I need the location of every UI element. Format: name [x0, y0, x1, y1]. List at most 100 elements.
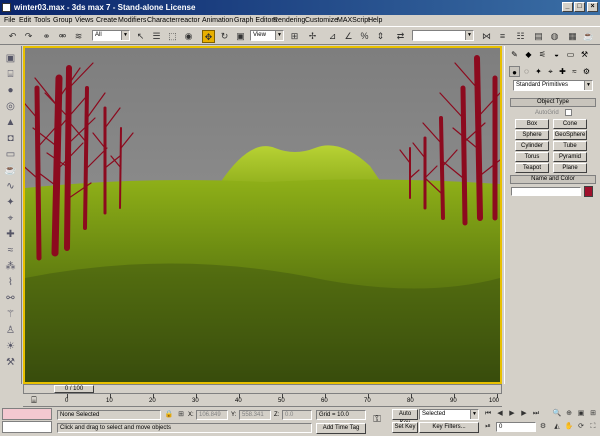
field-of-view-icon[interactable]: ◭ — [552, 422, 562, 432]
align-icon[interactable]: ≡ — [496, 30, 509, 43]
mirror-icon[interactable]: ⋈ — [480, 30, 493, 43]
lights-icon[interactable]: ✦ — [533, 66, 544, 77]
selection-filter-dropdown[interactable]: All ▼ — [92, 30, 130, 41]
key-filters-button[interactable]: Key Filters... — [419, 422, 479, 433]
menu-rendering[interactable]: Rendering — [273, 16, 305, 25]
autogrid-checkbox[interactable] — [565, 109, 572, 116]
camera-tool-icon[interactable]: ⌖ — [4, 212, 17, 225]
menu-customize[interactable]: Customize — [305, 16, 338, 25]
angle-snap-icon[interactable]: ∠ — [342, 30, 355, 43]
systems-icon[interactable]: ⚙ — [581, 66, 592, 77]
current-frame-field[interactable]: 0 — [496, 422, 536, 432]
minimize-button[interactable]: _ — [562, 2, 573, 12]
cylinder-tool-icon[interactable]: ⌸ — [4, 68, 17, 81]
bind-space-warp-icon[interactable]: ≋ — [72, 30, 85, 43]
rectangular-selection-icon[interactable]: ⬚ — [166, 30, 179, 43]
zoom-icon[interactable]: 🔍 — [552, 409, 562, 419]
select-object-icon[interactable]: ↖ — [134, 30, 147, 43]
menu-graph-editors[interactable]: Graph Editors — [234, 16, 277, 25]
y-coordinate-field[interactable]: 558.341 — [239, 410, 271, 420]
zoom-all-icon[interactable]: ⊕ — [564, 409, 574, 419]
helpers-icon[interactable]: ✚ — [557, 66, 568, 77]
unlink-icon[interactable]: ⚮ — [56, 30, 69, 43]
menu-maxscript[interactable]: MAXScript — [337, 16, 370, 25]
add-time-tag-button[interactable]: Add Time Tag — [316, 423, 366, 434]
zoom-extents-icon[interactable]: ▣ — [576, 409, 586, 419]
reference-coordinate-dropdown[interactable]: View ▼ — [250, 30, 284, 41]
previous-frame-icon[interactable]: ◀ — [495, 409, 505, 419]
layer-manager-icon[interactable]: ☷ — [514, 30, 527, 43]
menu-animation[interactable]: Animation — [202, 16, 233, 25]
x-coordinate-field[interactable]: 106.849 — [196, 410, 228, 420]
select-and-move-icon[interactable]: ✥ — [202, 30, 215, 43]
cone-button[interactable]: Cone — [553, 119, 587, 129]
geosphere-button[interactable]: GeoSphere — [553, 130, 587, 140]
next-frame-icon[interactable]: ▶ — [519, 409, 529, 419]
biped-tool-icon[interactable]: ♙ — [4, 324, 17, 337]
utility-tool-icon[interactable]: ⚒ — [4, 356, 17, 369]
menu-modifiers[interactable]: Modifiers — [118, 16, 146, 25]
go-to-start-icon[interactable]: ⏮ — [483, 409, 493, 419]
select-by-name-icon[interactable]: ☰ — [150, 30, 163, 43]
plane-tool-icon[interactable]: ▭ — [4, 148, 17, 161]
geometry-icon[interactable]: ● — [509, 66, 520, 77]
key-mode-toggle-icon[interactable]: ⏯ — [483, 422, 493, 432]
motion-tab-icon[interactable]: ◒ — [551, 49, 562, 60]
category-dropdown[interactable]: Standard Primitives ▼ — [513, 80, 593, 91]
pan-icon[interactable]: ✋ — [564, 422, 574, 432]
absolute-mode-icon[interactable]: ⊞ — [176, 410, 186, 420]
teapot-tool-icon[interactable]: ☕ — [4, 164, 17, 177]
bone-tool-icon[interactable]: ⚚ — [4, 308, 17, 321]
pyramid-button[interactable]: Pyramid — [553, 152, 587, 162]
select-and-link-icon[interactable]: ⚭ — [40, 30, 53, 43]
redo-icon[interactable]: ↷ — [22, 30, 35, 43]
light-tool-icon[interactable]: ✦ — [4, 196, 17, 209]
close-button[interactable]: × — [587, 2, 598, 12]
create-tab-icon[interactable]: ✎ — [509, 49, 520, 60]
menu-reactor[interactable]: reactor — [178, 16, 200, 25]
link-tool-icon[interactable]: ⚯ — [4, 292, 17, 305]
torus-button[interactable]: Torus — [515, 152, 549, 162]
select-and-rotate-icon[interactable]: ↻ — [218, 30, 231, 43]
teapot-button[interactable]: Teapot — [515, 163, 549, 173]
track-bar[interactable]: 0 10 20 30 40 50 60 70 80 90 100 — [23, 394, 502, 407]
menu-group[interactable]: Group — [53, 16, 72, 25]
spinner-snap-icon[interactable]: ⇕ — [374, 30, 387, 43]
box-tool-icon[interactable]: ▣ — [4, 52, 17, 65]
cone-tool-icon[interactable]: ▲ — [4, 116, 17, 129]
render-scene-icon[interactable]: ▦ — [566, 30, 579, 43]
play-icon[interactable]: ▶ — [507, 409, 517, 419]
time-slider-thumb[interactable]: 0 / 100 — [54, 385, 94, 393]
object-color-swatch[interactable] — [584, 186, 593, 197]
box-button[interactable]: Box — [515, 119, 549, 129]
auto-key-button[interactable]: Auto Key — [392, 409, 418, 426]
window-crossing-icon[interactable]: ◉ — [182, 30, 195, 43]
cylinder-button[interactable]: Cylinder — [515, 141, 549, 151]
perspective-viewport[interactable] — [23, 46, 502, 384]
hierarchy-tab-icon[interactable]: ⚟ — [537, 49, 548, 60]
torus-tool-icon[interactable]: ◎ — [4, 100, 17, 113]
menu-edit[interactable]: Edit — [19, 16, 31, 25]
curve-editor-icon[interactable]: ▤ — [532, 30, 545, 43]
key-mode-dropdown[interactable]: Selected ▼ — [419, 409, 479, 420]
pivot-center-icon[interactable]: ⊞ — [288, 30, 301, 43]
arc-rotate-icon[interactable]: ⟳ — [576, 422, 586, 432]
select-manipulate-icon[interactable]: ✢ — [306, 30, 319, 43]
time-configuration-icon[interactable]: ⚙ — [538, 422, 548, 432]
maxscript-listener-white[interactable] — [2, 421, 52, 433]
maximize-button[interactable]: □ — [574, 2, 585, 12]
undo-icon[interactable]: ↶ — [6, 30, 19, 43]
lock-icon[interactable]: 🔒 — [164, 410, 174, 420]
menu-file[interactable]: File — [4, 16, 15, 25]
utilities-tab-icon[interactable]: ⚒ — [579, 49, 590, 60]
percent-snap-icon[interactable]: % — [358, 30, 371, 43]
time-slider[interactable]: 0 / 100 — [23, 384, 502, 394]
object-type-rollout[interactable]: Object Type — [510, 98, 596, 107]
modify-tab-icon[interactable]: ◆ — [523, 49, 534, 60]
snap-toggle-icon[interactable]: ⊿ — [326, 30, 339, 43]
quick-render-icon[interactable]: ☕ — [582, 30, 595, 43]
set-key-mode-key-icon[interactable]: ⚿ — [372, 415, 382, 425]
sphere-button[interactable]: Sphere — [515, 130, 549, 140]
maximize-viewport-icon[interactable]: ⛶ — [588, 422, 598, 432]
render-tool-icon[interactable]: ☀ — [4, 340, 17, 353]
